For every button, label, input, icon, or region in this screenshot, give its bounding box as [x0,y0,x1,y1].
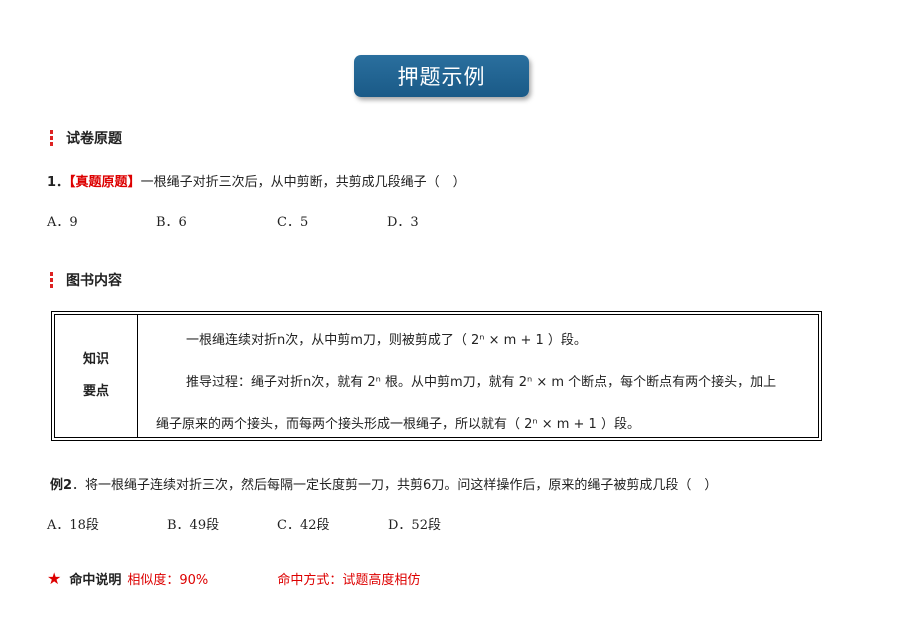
example-text: ．将一根绳子连续对折三次，然后每隔一定长度剪一刀，共剪6刀。问这样操作后，原来的… [72,478,718,493]
page-banner-title: 押题示例 [354,55,529,97]
option-d: D．52段 [388,518,441,533]
hit-label: 命中说明 [69,573,122,588]
section-marker-icon [50,130,53,146]
section-header-exam: 试卷原题 [50,128,122,148]
question-text: 一根绳子对折三次后，从中剪断，共剪成几段绳子（ ） [140,175,466,190]
option-c: C．5 [277,215,309,230]
knowledge-content: 一根绳连续对折n次，从中剪m刀，则被剪成了（ 2ⁿ × m + 1 ）段。 推导… [138,315,818,437]
option-b: B．49段 [167,518,220,533]
option-b: B．6 [156,215,187,230]
hit-description: ★ 命中说明 相似度：90% 命中方式：试题高度相仿 [47,569,420,588]
question-tag: 【真题原题】 [69,175,141,190]
knowledge-label-line1: 知识 [82,352,109,367]
section-title: 图书内容 [66,273,122,289]
option-d: D．3 [387,215,419,230]
question-number: 1． [47,175,70,190]
star-icon: ★ [47,569,62,588]
option-c: C．42段 [277,518,330,533]
knowledge-line-2: 推导过程：绳子对折n次，就有 2ⁿ 根。从中剪m刀，就有 2ⁿ × m 个断点，… [186,375,777,390]
section-marker-icon [50,272,53,288]
knowledge-label: 知识 要点 [55,315,138,437]
section-header-book: 图书内容 [50,270,122,290]
similarity-text: 相似度：90% [127,573,209,588]
knowledge-line-3: 绳子原来的两个接头，而每两个接头形成一根绳子，所以就有（ 2ⁿ × m + 1 … [156,417,640,432]
knowledge-line-1: 一根绳连续对折n次，从中剪m刀，则被剪成了（ 2ⁿ × m + 1 ）段。 [186,333,587,348]
question-1: 1．【真题原题】一根绳子对折三次后，从中剪断，共剪成几段绳子（ ） [47,171,466,190]
example-2: 例2．将一根绳子连续对折三次，然后每隔一定长度剪一刀，共剪6刀。问这样操作后，原… [50,474,717,493]
option-a: A．18段 [47,518,99,533]
option-a: A．9 [47,215,78,230]
hit-method-text: 命中方式：试题高度相仿 [277,573,421,588]
knowledge-label-line2: 要点 [82,384,109,399]
example-label: 例2 [50,478,73,493]
knowledge-box: 知识 要点 一根绳连续对折n次，从中剪m刀，则被剪成了（ 2ⁿ × m + 1 … [51,311,822,441]
section-title: 试卷原题 [66,131,122,147]
